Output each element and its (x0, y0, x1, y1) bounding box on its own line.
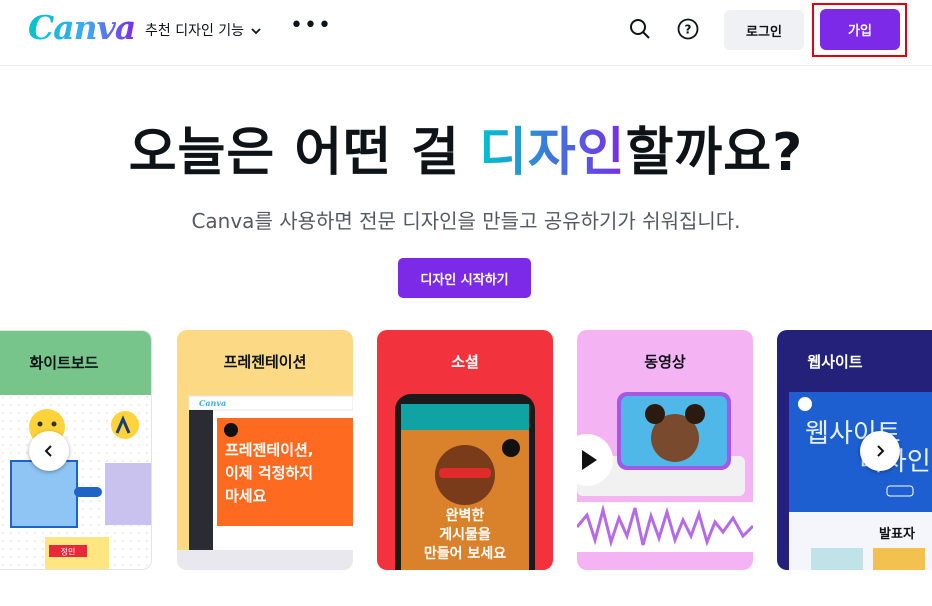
chevron-right-icon (877, 445, 885, 457)
svg-text:?: ? (685, 23, 692, 37)
search-icon[interactable] (626, 15, 654, 43)
social-phone-illustration: 완벽한 게시물을 만들어 보세요 (395, 394, 535, 570)
card-video[interactable]: 동영상 (577, 330, 753, 570)
card-presentation[interactable]: 프레젠테이션 Canva 프레젠테이션, 이제 걱정하지 마세요 (177, 330, 353, 570)
svg-text:게시물을: 게시물을 (439, 527, 491, 543)
card-title: 웹사이트 (807, 353, 863, 371)
help-icon[interactable]: ? (674, 15, 702, 43)
svg-text:만들어 보세요: 만들어 보세요 (424, 545, 506, 562)
hero-title-end: 할까요? (625, 123, 804, 183)
start-design-button[interactable]: 디자인 시작하기 (398, 258, 531, 298)
login-button[interactable]: 로그인 (724, 10, 804, 50)
card-title: 화이트보드 (29, 354, 99, 372)
card-website[interactable]: 웹사이트 웹사이트 디자인 발표자 (777, 330, 932, 570)
more-menu-icon[interactable]: ••• (290, 13, 332, 38)
card-whiteboard[interactable]: 화이트보드 정민 (0, 330, 152, 570)
hero-title-highlight: 디자인 (479, 123, 626, 183)
svg-text:프레젠테이션,: 프레젠테이션, (225, 441, 314, 459)
presentation-illustration: Canva 프레젠테이션, 이제 걱정하지 마세요 (177, 395, 353, 570)
svg-text:이제 걱정하지: 이제 걱정하지 (225, 464, 313, 482)
hero-title: 오늘은 어떤 걸 디자인할까요? (0, 110, 932, 185)
features-menu-label: 추천 디자인 기능 (145, 23, 245, 39)
sticky-note-text: 정민 (61, 547, 76, 557)
video-illustration (577, 392, 753, 552)
canva-logo[interactable]: Canva (28, 8, 136, 47)
chevron-left-icon (44, 445, 52, 457)
carousel-next-button[interactable] (860, 431, 900, 471)
chevron-down-icon (251, 28, 261, 35)
features-menu[interactable]: 추천 디자인 기능 (145, 20, 262, 40)
top-nav: Canva 추천 디자인 기능 ••• ? 로그인 가입 (0, 0, 932, 66)
website-illustration: 웹사이트 디자인 발표자 (789, 392, 932, 570)
svg-text:마세요: 마세요 (225, 487, 267, 505)
card-title: 프레젠테이션 (223, 353, 307, 371)
hero-subtitle: Canva를 사용하면 전문 디자인을 만들고 공유하기가 쉬워집니다. (191, 209, 741, 233)
whiteboard-illustration: 정민 (0, 395, 151, 569)
mini-canva-logo: Canva (199, 398, 226, 408)
svg-text:완벽한: 완벽한 (446, 507, 485, 524)
card-title: 동영상 (644, 353, 686, 371)
card-social[interactable]: 소셜 완벽한 게시물을 만들어 보세요 (377, 330, 553, 570)
carousel-prev-button[interactable] (29, 431, 69, 471)
website-section-label: 발표자 (879, 526, 915, 542)
card-title: 소셜 (451, 353, 479, 371)
hero-title-start: 오늘은 어떤 걸 (128, 123, 480, 183)
signup-button[interactable]: 가입 (820, 9, 900, 50)
